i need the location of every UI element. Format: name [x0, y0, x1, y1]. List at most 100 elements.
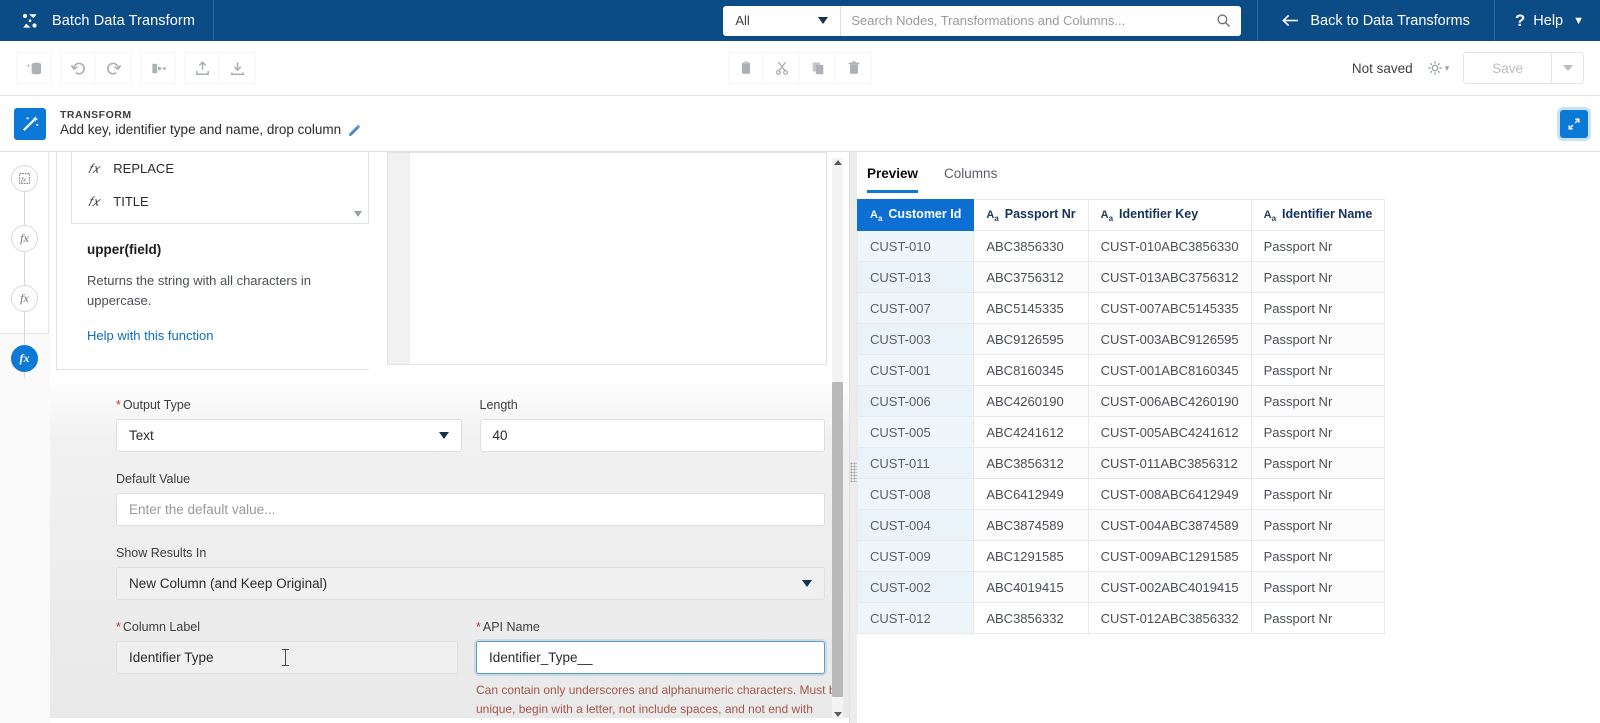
table-cell[interactable]: CUST-002 — [857, 571, 975, 603]
column-header-identifier-name[interactable]: Aa Identifier Name — [1250, 199, 1386, 231]
table-cell[interactable]: CUST-006 — [857, 385, 975, 417]
table-cell[interactable]: Passport Nr — [1250, 478, 1386, 510]
table-row[interactable]: CUST-007 ABC5145335 CUST-007ABC5145335 Pass… — [857, 292, 1386, 324]
table-row[interactable]: CUST-013 ABC3756312 CUST-013ABC3756312 Pass… — [857, 261, 1386, 293]
table-cell[interactable]: CUST-012ABC3856332 — [1087, 602, 1252, 634]
search-scope-select[interactable]: All — [723, 5, 842, 36]
table-cell[interactable]: Passport Nr — [1250, 230, 1386, 262]
show-results-in-select[interactable]: New Column (and Keep Original) — [116, 567, 825, 600]
table-row[interactable]: CUST-008 ABC6412949 CUST-008ABC6412949 Pass… — [857, 478, 1386, 510]
table-cell[interactable]: ABC3874589 — [973, 509, 1089, 541]
table-cell[interactable]: ABC8160345 — [973, 354, 1089, 386]
save-button[interactable]: Save — [1463, 52, 1552, 84]
chevron-down-icon[interactable] — [354, 211, 362, 217]
table-cell[interactable]: Passport Nr — [1250, 385, 1386, 417]
save-options-caret[interactable] — [1552, 52, 1584, 84]
redo-icon[interactable] — [96, 52, 132, 84]
table-cell[interactable]: CUST-009ABC1291585 — [1087, 540, 1252, 572]
brand[interactable]: Batch Data Transform — [0, 0, 215, 41]
table-cell[interactable]: ABC3856332 — [973, 602, 1089, 634]
download-icon[interactable] — [220, 52, 256, 84]
table-cell[interactable]: CUST-005 — [857, 416, 975, 448]
table-cell[interactable]: ABC4019415 — [973, 571, 1089, 603]
table-cell[interactable]: ABC3756312 — [973, 261, 1089, 293]
table-cell[interactable]: CUST-009 — [857, 540, 975, 572]
table-cell[interactable]: CUST-008 — [857, 478, 975, 510]
gear-icon[interactable]: ▾ — [1427, 60, 1449, 76]
table-cell[interactable]: CUST-011ABC3856312 — [1087, 447, 1252, 479]
table-row[interactable]: CUST-012 ABC3856332 CUST-012ABC3856332 Pass… — [857, 602, 1386, 634]
table-row[interactable]: CUST-005 ABC4241612 CUST-005ABC4241612 Pass… — [857, 416, 1386, 448]
table-cell[interactable]: CUST-007 — [857, 292, 975, 324]
rail-node-fx-3-active[interactable]: fx — [11, 345, 38, 372]
pane-splitter[interactable] — [850, 152, 857, 723]
table-cell[interactable]: CUST-006ABC4260190 — [1087, 385, 1252, 417]
tab-columns[interactable]: Columns — [944, 166, 997, 193]
table-cell[interactable]: CUST-013 — [857, 261, 975, 293]
back-to-data-transforms-button[interactable]: Back to Data Transforms — [1257, 0, 1494, 41]
splitter-grip-icon[interactable] — [850, 462, 857, 482]
table-cell[interactable]: CUST-003ABC9126595 — [1087, 323, 1252, 355]
output-type-select[interactable]: Text — [116, 419, 462, 452]
function-list-item[interactable]: 𝑓𝑥 REPLACE — [72, 152, 368, 185]
function-list[interactable]: 𝑓𝑥 REPLACE 𝑓𝑥 TITLE — [71, 152, 369, 224]
table-cell[interactable]: CUST-004 — [857, 509, 975, 541]
search-icon[interactable] — [1216, 13, 1231, 28]
function-help-link[interactable]: Help with this function — [87, 328, 213, 343]
table-row[interactable]: CUST-002 ABC4019415 CUST-002ABC4019415 Pass… — [857, 571, 1386, 603]
search-field[interactable] — [841, 6, 1241, 36]
table-cell[interactable]: Passport Nr — [1250, 602, 1386, 634]
rail-node-source[interactable]: fx — [11, 165, 38, 192]
run-flow-icon[interactable] — [140, 52, 176, 84]
scrollbar-thumb[interactable] — [832, 382, 843, 697]
table-cell[interactable]: CUST-001ABC8160345 — [1087, 354, 1252, 386]
copy-icon[interactable] — [800, 52, 836, 84]
table-cell[interactable]: ABC6412949 — [973, 478, 1089, 510]
api-name-input[interactable]: Identifier_Type__ — [476, 641, 825, 674]
table-cell[interactable]: CUST-011 — [857, 447, 975, 479]
table-row[interactable]: CUST-001 ABC8160345 CUST-001ABC8160345 Pass… — [857, 354, 1386, 386]
table-cell[interactable]: CUST-010ABC3856330 — [1087, 230, 1252, 262]
table-cell[interactable]: ABC5145335 — [973, 292, 1089, 324]
table-row[interactable]: CUST-009 ABC1291585 CUST-009ABC1291585 Pass… — [857, 540, 1386, 572]
column-label-input[interactable]: Identifier Type — [116, 641, 458, 674]
help-menu-button[interactable]: ? Help ▼ — [1493, 0, 1600, 41]
table-cell[interactable]: Passport Nr — [1250, 447, 1386, 479]
tab-preview[interactable]: Preview — [867, 166, 919, 193]
add-dataset-icon[interactable]: + — [16, 52, 52, 84]
upload-icon[interactable] — [184, 52, 220, 84]
column-header-customer-id[interactable]: Aa Customer Id — [857, 199, 975, 231]
table-cell[interactable]: CUST-002ABC4019415 — [1087, 571, 1252, 603]
table-cell[interactable]: ABC9126595 — [973, 323, 1089, 355]
column-header-passport-nr[interactable]: Aa Passport Nr — [973, 199, 1089, 231]
table-cell[interactable]: ABC1291585 — [973, 540, 1089, 572]
formula-editor[interactable] — [387, 152, 827, 365]
table-cell[interactable]: CUST-001 — [857, 354, 975, 386]
function-list-item[interactable]: 𝑓𝑥 TITLE — [72, 185, 368, 218]
table-cell[interactable]: Passport Nr — [1250, 509, 1386, 541]
pencil-icon[interactable] — [348, 124, 361, 137]
table-cell[interactable]: Passport Nr — [1250, 416, 1386, 448]
table-cell[interactable]: Passport Nr — [1250, 323, 1386, 355]
table-cell[interactable]: ABC4260190 — [973, 385, 1089, 417]
rail-node-fx-2[interactable]: fx — [11, 285, 38, 312]
delete-icon[interactable] — [836, 52, 872, 84]
table-cell[interactable]: Passport Nr — [1250, 261, 1386, 293]
table-row[interactable]: CUST-006 ABC4260190 CUST-006ABC4260190 Pass… — [857, 385, 1386, 417]
table-cell[interactable]: ABC3856312 — [973, 447, 1089, 479]
table-cell[interactable]: CUST-008ABC6412949 — [1087, 478, 1252, 510]
table-cell[interactable]: CUST-007ABC5145335 — [1087, 292, 1252, 324]
table-row[interactable]: CUST-010 ABC3856330 CUST-010ABC3856330 Pass… — [857, 230, 1386, 262]
table-row[interactable]: CUST-003 ABC9126595 CUST-003ABC9126595 Pass… — [857, 323, 1386, 355]
cut-icon[interactable] — [764, 52, 800, 84]
expand-panel-button[interactable] — [1560, 109, 1588, 138]
table-row[interactable]: CUST-011 ABC3856312 CUST-011ABC3856312 Pass… — [857, 447, 1386, 479]
table-cell[interactable]: Passport Nr — [1250, 571, 1386, 603]
table-cell[interactable]: CUST-004ABC3874589 — [1087, 509, 1252, 541]
table-cell[interactable]: CUST-005ABC4241612 — [1087, 416, 1252, 448]
length-input[interactable]: 40 — [479, 419, 825, 452]
table-cell[interactable]: CUST-010 — [857, 230, 975, 262]
rail-node-fx-1[interactable]: fx — [11, 225, 38, 252]
scroll-up-icon[interactable] — [834, 160, 842, 165]
global-search[interactable]: All — [723, 5, 1242, 36]
